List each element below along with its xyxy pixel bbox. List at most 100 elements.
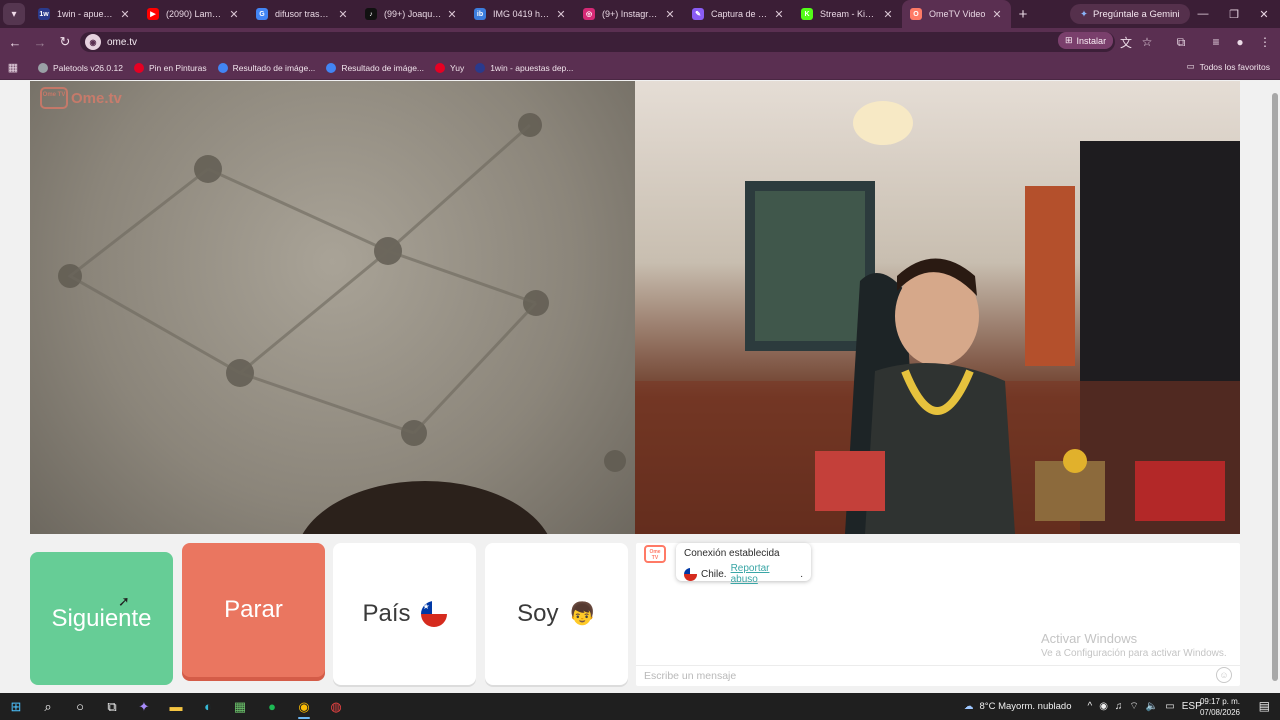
close-tab-icon[interactable]: ✕ — [119, 8, 131, 21]
mic-icon[interactable]: ♫ — [1115, 701, 1123, 712]
report-abuse-link[interactable]: Reportar abuso — [731, 563, 797, 585]
bookmark-item[interactable]: Resultado de imáge... — [217, 62, 316, 73]
reload-icon[interactable]: ↻ — [54, 31, 76, 53]
tab-title: difusor trasero a — [275, 9, 333, 19]
store-icon[interactable]: ▦ — [224, 693, 256, 720]
edge-icon[interactable]: ◐ — [192, 693, 224, 720]
tab-title: (9+) Instagram — [602, 9, 660, 19]
tab-title: OmeTV Video — [929, 9, 986, 19]
tab-strip: ▾ 1w1win - apuestas d✕▶(2090) Lamborgh✕G… — [0, 0, 1280, 28]
volume-icon[interactable]: 🔈 — [1146, 701, 1158, 712]
close-window-icon[interactable]: ✕ — [1248, 0, 1280, 28]
profile-avatar-icon[interactable]: ● — [1229, 28, 1251, 56]
connection-status: Conexión establecida — [684, 548, 780, 559]
bookmark-item[interactable]: Paletools v26.0.12 — [38, 62, 123, 73]
close-tab-icon[interactable]: ✕ — [337, 8, 349, 21]
bookmark-favicon-icon — [435, 62, 446, 73]
gender-filter-button[interactable]: Soy 👦 — [485, 543, 628, 685]
back-icon[interactable]: ← — [4, 31, 26, 53]
browser-tab[interactable]: K Stream - Kick Da ✕ — [793, 0, 902, 28]
chat-panel: Ome TV Conexión establecida Chile. Repor… — [636, 543, 1240, 686]
new-tab-button[interactable]: + — [1011, 6, 1035, 23]
stop-button-label: Parar — [224, 596, 283, 623]
emoji-icon[interactable]: ☺ — [1216, 667, 1232, 683]
forward-icon[interactable]: → — [29, 31, 51, 53]
bookmark-item[interactable]: Yuy — [435, 62, 464, 73]
weather-icon: ☁ — [964, 701, 974, 712]
apps-grid-icon[interactable]: ▦ — [0, 61, 26, 74]
close-tab-icon[interactable]: ✕ — [773, 8, 785, 21]
tab-favicon-icon: 1w — [38, 8, 50, 20]
bookmark-label: 1win - apuestas dep... — [490, 62, 574, 73]
chile-flag-icon: ★ — [420, 601, 447, 627]
cortana-icon[interactable]: ○ — [64, 693, 96, 720]
all-bookmarks-button[interactable]: ▭ Todos los favoritos — [1187, 61, 1270, 72]
clock[interactable]: 09:17 p. m. 07/08/2026 — [1200, 696, 1240, 718]
weather-text[interactable]: 8°C Mayorm. nublado — [980, 701, 1072, 712]
browser-tab[interactable]: ib IMG 0419 hosted ✕ — [466, 0, 575, 28]
browser-tab[interactable]: O OmeTV Video ✕ — [902, 0, 1011, 28]
partner-country: Chile. — [701, 568, 727, 580]
tab-title: 1win - apuestas d — [57, 9, 115, 19]
windows-start-icon[interactable]: ⊞ — [0, 693, 32, 720]
battery-icon[interactable]: ▭ — [1165, 701, 1174, 712]
bookmark-favicon-icon — [38, 62, 48, 73]
report-suffix: . — [800, 568, 803, 580]
spotify-icon[interactable]: ● — [256, 693, 288, 720]
country-filter-button[interactable]: País ★ — [333, 543, 476, 685]
language-indicator[interactable]: ESP — [1182, 701, 1202, 712]
task-view-icon[interactable]: ⧉ — [96, 693, 128, 720]
tufted-headboard-image — [58, 113, 626, 534]
app-icon[interactable]: ◍ — [320, 693, 352, 720]
clock-time: 09:17 p. m. — [1199, 697, 1240, 706]
message-input[interactable]: Escribe un mensaje — [636, 665, 1240, 686]
restore-icon[interactable]: ❐ — [1218, 0, 1250, 28]
page-scrollbar[interactable] — [1270, 81, 1280, 693]
copilot-icon[interactable]: ✦ — [128, 693, 160, 720]
tab-favicon-icon: ▶ — [147, 8, 159, 20]
browser-tab[interactable]: ♪ (99+) Joaquín 🙏 ✕ — [357, 0, 466, 28]
activate-windows-watermark: Activar Windows Ve a Configuración para … — [1041, 631, 1227, 659]
ometv-logo-badge: Ome TV — [40, 87, 68, 109]
close-tab-icon[interactable]: ✕ — [228, 8, 240, 21]
menu-kebab-icon[interactable]: ⋮ — [1254, 28, 1276, 56]
browser-tab[interactable]: Gdifusor trasero a ✕ — [248, 0, 357, 28]
media-controls-icon[interactable]: ≡ — [1205, 28, 1227, 56]
bookmark-item[interactable]: 1win - apuestas dep... — [475, 62, 574, 73]
bookmark-item[interactable]: Resultado de imáge... — [326, 62, 424, 73]
activate-windows-title: Activar Windows — [1041, 631, 1138, 646]
soy-button-label: Soy — [517, 600, 559, 627]
network-icon[interactable]: ⌔ — [1129, 700, 1138, 713]
address-bar[interactable]: ◉ ome.tv — [80, 32, 1115, 52]
close-tab-icon[interactable]: ✕ — [446, 8, 458, 21]
close-tab-icon[interactable]: ✕ — [991, 8, 1003, 21]
install-button[interactable]: ⊞ Instalar — [1058, 32, 1114, 49]
tab-favicon-icon: ib — [474, 8, 486, 20]
notifications-icon[interactable]: ▤ — [1259, 699, 1270, 713]
browser-tab[interactable]: ✎ Captura de panta ✕ — [684, 0, 793, 28]
extensions-icon[interactable]: ⧉ — [1170, 28, 1192, 56]
tab-search-button[interactable]: ▾ — [3, 3, 25, 25]
bookmark-label: Resultado de imáge... — [232, 62, 316, 73]
stop-button[interactable]: Parar — [182, 543, 325, 677]
gemini-button[interactable]: ✦ Pregúntale a Gemini — [1070, 4, 1190, 24]
close-tab-icon[interactable]: ✕ — [882, 8, 894, 21]
minimize-icon[interactable]: — — [1187, 0, 1219, 28]
browser-tab[interactable]: 1w 1win - apuestas d ✕ — [30, 0, 139, 28]
remote-room-image — [635, 101, 1240, 534]
file-explorer-icon[interactable]: ▬ — [160, 693, 192, 720]
close-tab-icon[interactable]: ✕ — [555, 8, 567, 21]
close-tab-icon[interactable]: ✕ — [664, 8, 676, 21]
site-info-icon[interactable]: ◉ — [85, 34, 101, 50]
meet-icon[interactable]: ◉ — [1099, 701, 1108, 712]
search-icon[interactable]: ⌕ — [32, 693, 64, 720]
chrome-icon[interactable]: ◉ — [288, 693, 320, 720]
next-button[interactable]: Siguiente — [30, 552, 173, 685]
browser-tab[interactable]: ◎ (9+) Instagram ✕ — [575, 0, 684, 28]
bookmark-star-icon[interactable]: ☆ — [1136, 28, 1158, 56]
browser-tab[interactable]: ▶ (2090) Lamborgh ✕ — [139, 0, 248, 28]
bookmark-item[interactable]: Pin en Pinturas — [133, 62, 207, 73]
chevron-up-icon[interactable]: ^ — [1087, 701, 1092, 712]
translate-icon[interactable]: 文 — [1115, 28, 1137, 56]
scroll-thumb[interactable] — [1272, 93, 1278, 681]
